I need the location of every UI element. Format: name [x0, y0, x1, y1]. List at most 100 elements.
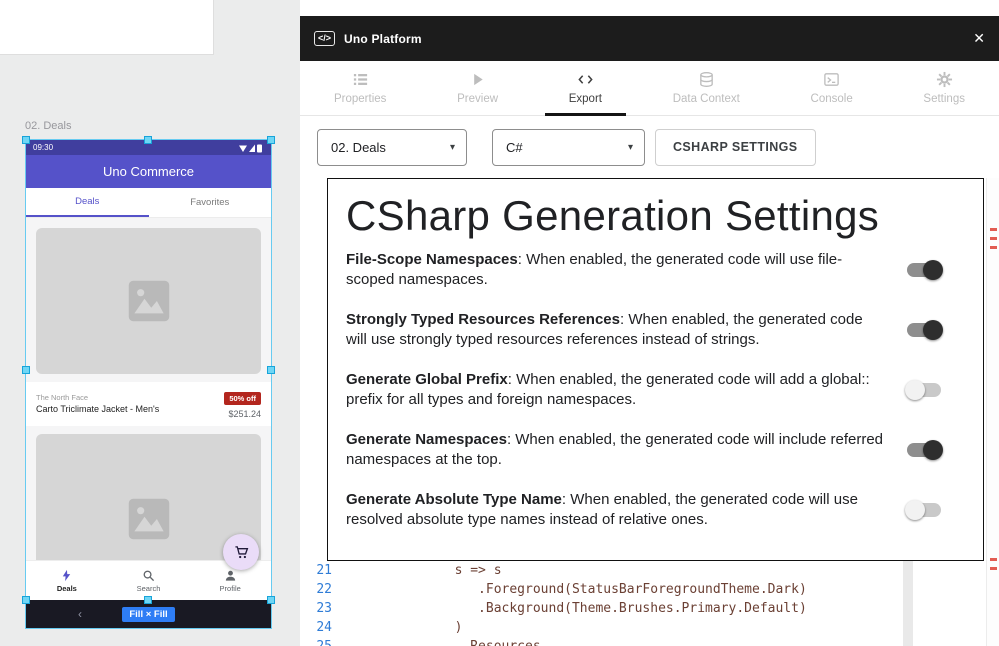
search-icon [142, 569, 155, 582]
back-chevron-icon[interactable]: ‹ [78, 607, 82, 621]
minimap-marker [990, 237, 997, 240]
database-icon [698, 71, 715, 88]
nav-label: Profile [220, 584, 241, 593]
selection-handle[interactable] [22, 366, 30, 374]
bolt-icon [60, 569, 73, 582]
selection-handle[interactable] [267, 596, 275, 604]
nav-label: Deals [57, 584, 77, 593]
status-time: 09:30 [33, 143, 53, 152]
minimap-marker [990, 558, 997, 561]
toggle-file-scope-namespaces[interactable] [907, 263, 941, 277]
tab-label: Preview [457, 93, 498, 105]
setting-row: Strongly Typed Resources References: Whe… [346, 310, 965, 350]
product-brand: The North Face [36, 393, 159, 402]
line-text: .Background(Theme.Brushes.Primary.Defaul… [345, 599, 807, 618]
line-number: 22 [300, 580, 332, 599]
page-select-value: 02. Deals [331, 140, 386, 155]
page-select[interactable]: 02. Deals ▾ [317, 129, 467, 166]
nav-item-search[interactable]: Search [108, 561, 190, 600]
tab-label: Console [811, 93, 853, 105]
product-price: $251.24 [224, 409, 261, 419]
phone-system-bar: ‹ Fill × Fill [26, 600, 271, 628]
setting-row: File-Scope Namespaces: When enabled, the… [346, 250, 965, 290]
play-icon [469, 71, 486, 88]
setting-text: Generate Namespaces: When enabled, the g… [346, 430, 907, 470]
code-line: 25 .Resources [300, 637, 900, 646]
cart-icon [234, 545, 249, 560]
person-icon [224, 569, 237, 582]
toggle-thumb [923, 320, 943, 340]
chevron-down-icon: ▾ [450, 142, 455, 153]
product-card[interactable] [36, 228, 261, 374]
setting-name: Generate Namespaces [346, 431, 507, 448]
selection-handle[interactable] [144, 596, 152, 604]
tab-preview[interactable]: Preview [447, 61, 508, 115]
minimap-marker [990, 246, 997, 249]
setting-row: Generate Global Prefix: When enabled, th… [346, 370, 965, 410]
line-number: 24 [300, 618, 332, 637]
toggle-generate-namespaces[interactable] [907, 443, 941, 457]
minimap-marker [990, 228, 997, 231]
terminal-icon [823, 71, 840, 88]
phone-preview[interactable]: 09:30 Uno Commerce Deals Favorites [26, 140, 271, 628]
artboard-label[interactable]: 02. Deals [25, 120, 71, 132]
csharp-settings-dialog: CSharp Generation Settings File-Scope Na… [327, 178, 984, 561]
toggle-generate-absolute-type-name[interactable] [907, 503, 941, 517]
wifi-icon [239, 145, 247, 152]
panel-header: </> Uno Platform ✕ [300, 16, 999, 61]
image-placeholder-icon [122, 492, 176, 546]
setting-text: File-Scope Namespaces: When enabled, the… [346, 250, 907, 290]
product-info-row[interactable]: The North Face Carto Triclimate Jacket -… [26, 382, 271, 426]
phone-tab-deals[interactable]: Deals [26, 188, 149, 217]
product-name: Carto Triclimate Jacket - Men's [36, 404, 159, 414]
tab-label: Export [569, 93, 602, 105]
toggle-generate-global-prefix[interactable] [907, 383, 941, 397]
phone-tab-label: Favorites [190, 197, 229, 208]
close-icon[interactable]: ✕ [973, 30, 985, 47]
product-text: The North Face Carto Triclimate Jacket -… [36, 393, 159, 414]
line-text: .Resources [345, 637, 541, 646]
toggle-strongly-typed-resources[interactable] [907, 323, 941, 337]
tab-settings[interactable]: Settings [913, 61, 975, 115]
gear-icon [936, 71, 953, 88]
phone-content: The North Face Carto Triclimate Jacket -… [26, 218, 271, 560]
setting-text: Generate Global Prefix: When enabled, th… [346, 370, 907, 410]
line-number: 21 [300, 561, 332, 580]
nav-item-deals[interactable]: Deals [26, 561, 108, 600]
phone-app-bar: Uno Commerce [26, 155, 271, 188]
setting-name: Strongly Typed Resources References [346, 311, 620, 328]
language-select-value: C# [506, 140, 523, 155]
minimap-marker [990, 567, 997, 570]
phone-tab-favorites[interactable]: Favorites [149, 188, 272, 217]
toggle-thumb [923, 260, 943, 280]
setting-name: File-Scope Namespaces [346, 251, 518, 268]
line-number: 23 [300, 599, 332, 618]
cart-fab[interactable] [223, 534, 259, 570]
tab-console[interactable]: Console [801, 61, 863, 115]
phone-tab-bar: Deals Favorites [26, 188, 271, 218]
signal-icon [249, 144, 255, 152]
list-icon [352, 71, 369, 88]
csharp-settings-button[interactable]: CSHARP SETTINGS [655, 129, 816, 166]
tab-properties[interactable]: Properties [324, 61, 396, 115]
line-text: .Foreground(StatusBarForegroundTheme.Dar… [345, 580, 807, 599]
code-editor[interactable]: 21 s => s 22 .Foreground(StatusBarForegr… [300, 561, 900, 646]
battery-icon [257, 144, 262, 152]
tab-data-context[interactable]: Data Context [663, 61, 750, 115]
code-scrollbar[interactable] [903, 561, 913, 646]
selection-handle[interactable] [22, 596, 30, 604]
selection-handle[interactable] [22, 136, 30, 144]
tab-export[interactable]: Export [559, 61, 612, 115]
code-icon [577, 71, 594, 88]
selection-handle[interactable] [267, 366, 275, 374]
selection-handle[interactable] [267, 136, 275, 144]
design-canvas[interactable]: 02. Deals 09:30 Uno Commerce Deals [0, 0, 300, 646]
image-placeholder-icon [122, 274, 176, 328]
language-select[interactable]: C# ▾ [492, 129, 645, 166]
product-price-box: 50% off $251.24 [224, 388, 261, 419]
panel-title: Uno Platform [344, 32, 422, 46]
selection-handle[interactable] [144, 136, 152, 144]
code-logo-icon: </> [314, 31, 335, 46]
code-line: 21 s => s [300, 561, 900, 580]
setting-text: Strongly Typed Resources References: Whe… [346, 310, 907, 350]
